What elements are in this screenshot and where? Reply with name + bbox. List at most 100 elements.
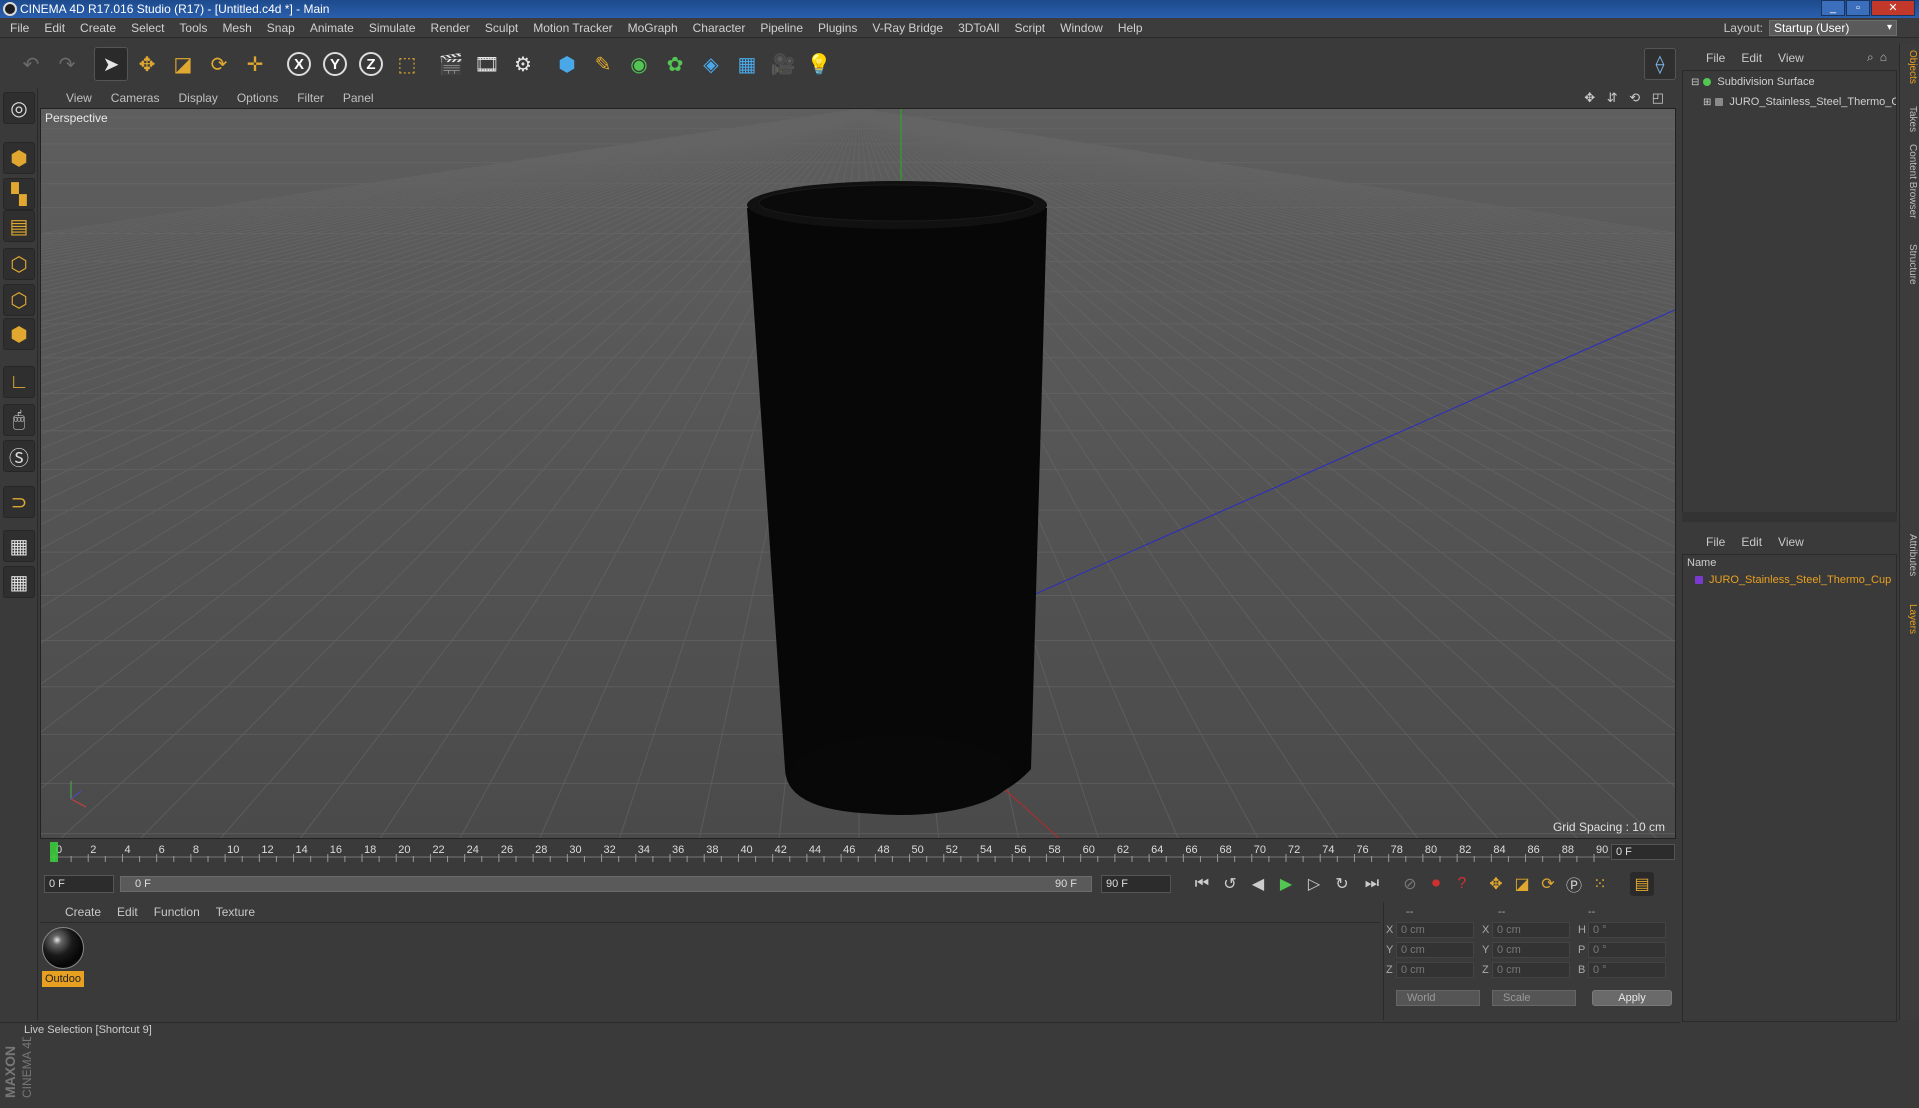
close-button[interactable]: ✕ — [1871, 0, 1915, 16]
subdivision-icon[interactable]: ◉ — [622, 47, 656, 81]
undo-icon[interactable]: ↶ — [14, 47, 48, 81]
camera-icon[interactable]: 🎥 — [766, 47, 800, 81]
material-menu-create[interactable]: Create — [65, 905, 101, 919]
render-picture-viewer-icon[interactable]: 🎞 — [470, 47, 504, 81]
redo-icon[interactable]: ↷ — [50, 47, 84, 81]
go-to-end-icon[interactable]: ⏭ — [1360, 872, 1384, 896]
menu-plugins[interactable]: Plugins — [812, 21, 866, 35]
polygons-mode-icon[interactable]: ⬢ — [3, 318, 35, 350]
rot-p-field[interactable]: 0 ° — [1588, 942, 1666, 958]
object-row-subdivision[interactable]: ⊟ Subdivision Surface — [1683, 73, 1896, 91]
current-frame-field[interactable]: 0 F — [1611, 844, 1675, 860]
deformer-icon[interactable]: ◈ — [694, 47, 728, 81]
menu-tools[interactable]: Tools — [173, 21, 216, 35]
menu-simulate[interactable]: Simulate — [363, 21, 425, 35]
tab-content-browser[interactable]: Content Browser — [1902, 144, 1918, 218]
model-mode-icon[interactable]: ⬢ — [3, 142, 35, 174]
autokey-icon[interactable]: ? — [1450, 872, 1474, 896]
magnet-icon[interactable]: ⊃ — [3, 486, 35, 518]
pos-x-field[interactable]: 0 cm — [1396, 922, 1474, 938]
layer-menu-view[interactable]: View — [1778, 535, 1804, 549]
add-object-icon[interactable]: ✛ — [238, 47, 272, 81]
edges-mode-icon[interactable]: ⬡ — [3, 284, 35, 316]
planar-workplane-icon[interactable]: ▦ — [3, 566, 35, 598]
key-scale-icon[interactable]: ◪ — [1510, 872, 1534, 896]
menu-create[interactable]: Create — [74, 21, 125, 35]
layer-menu-file[interactable]: File — [1706, 535, 1725, 549]
end-frame-field[interactable]: 90 F — [1101, 875, 1171, 893]
start-frame-field[interactable]: 0 F — [44, 875, 114, 893]
material-preview[interactable] — [42, 927, 84, 969]
menu-character[interactable]: Character — [687, 21, 755, 35]
viewport-menu-filter[interactable]: Filter — [297, 91, 324, 105]
menu-select[interactable]: Select — [125, 21, 173, 35]
record-disabled-icon[interactable]: ⊘ — [1398, 872, 1422, 896]
key-rotate-icon[interactable]: ⟳ — [1536, 872, 1560, 896]
object-menu-view[interactable]: View — [1778, 51, 1804, 65]
minimize-button[interactable]: _ — [1821, 0, 1845, 16]
tab-attributes[interactable]: Attributes — [1902, 534, 1918, 576]
cloner-icon[interactable]: ✿ — [658, 47, 692, 81]
size-mode-select[interactable]: Scale — [1492, 990, 1576, 1006]
expand-icon[interactable]: ⊞ — [1703, 97, 1711, 108]
menu-window[interactable]: Window — [1054, 21, 1112, 35]
coordinate-system-select[interactable]: World — [1396, 990, 1480, 1006]
next-keyframe-icon[interactable]: ↻ — [1330, 872, 1354, 896]
lock-workplane-icon[interactable]: ▦ — [3, 530, 35, 562]
make-editable-icon[interactable]: ◎ — [3, 92, 35, 124]
size-z-field[interactable]: 0 cm — [1492, 962, 1570, 978]
tab-objects[interactable]: Objects — [1902, 50, 1918, 84]
thermo-cup-model[interactable] — [747, 181, 1047, 815]
rot-h-field[interactable]: 0 ° — [1588, 922, 1666, 938]
material-name[interactable]: Outdoo — [42, 971, 84, 987]
size-y-field[interactable]: 0 cm — [1492, 942, 1570, 958]
menu-pipeline[interactable]: Pipeline — [754, 21, 812, 35]
menu-help[interactable]: Help — [1112, 21, 1152, 35]
pos-z-field[interactable]: 0 cm — [1396, 962, 1474, 978]
timeline-ruler[interactable]: 0 2 4 6 8 10 12 14 16 18 20 22 24 26 28 30 32 34 36 38 40 42 4… — [50, 842, 1610, 862]
key-pla-icon[interactable]: ⁙ — [1588, 872, 1612, 896]
tweak-mode-icon[interactable]: 🖱 — [3, 404, 35, 436]
pen-icon[interactable]: ✎ — [586, 47, 620, 81]
y-axis-icon[interactable]: Y — [318, 47, 352, 81]
z-axis-icon[interactable]: Z — [354, 47, 388, 81]
texture-mode-icon[interactable]: ▚ — [3, 178, 35, 210]
floor-icon[interactable]: ▦ — [730, 47, 764, 81]
object-menu-file[interactable]: File — [1706, 51, 1725, 65]
python-icon[interactable]: ⟠ — [1644, 48, 1676, 80]
pos-y-field[interactable]: 0 cm — [1396, 942, 1474, 958]
menu-motion-tracker[interactable]: Motion Tracker — [527, 21, 621, 35]
menu-file[interactable]: File — [4, 21, 38, 35]
material-menu-function[interactable]: Function — [154, 905, 200, 919]
viewport-menu-options[interactable]: Options — [237, 91, 278, 105]
layer-menu-edit[interactable]: Edit — [1741, 535, 1762, 549]
material-menu-texture[interactable]: Texture — [216, 905, 255, 919]
expand-icon[interactable]: ⊟ — [1691, 77, 1699, 88]
object-row-thermo-cup[interactable]: ⊞ JURO_Stainless_Steel_Thermo_Cup — [1683, 93, 1896, 111]
object-manager-scrollbar[interactable] — [1682, 512, 1897, 522]
scale-icon[interactable]: ◪ — [166, 47, 200, 81]
previous-frame-icon[interactable]: ◀ — [1246, 872, 1270, 896]
object-menu-edit[interactable]: Edit — [1741, 51, 1762, 65]
go-to-start-icon[interactable]: ⏮ — [1190, 872, 1214, 896]
layer-color-swatch[interactable] — [1695, 576, 1703, 585]
render-view-icon[interactable]: 🎬 — [434, 47, 468, 81]
tab-layers[interactable]: Layers — [1902, 604, 1918, 634]
tab-takes[interactable]: Takes — [1902, 106, 1918, 132]
viewport-menu-cameras[interactable]: Cameras — [111, 91, 160, 105]
apply-button[interactable]: Apply — [1592, 990, 1672, 1006]
menu-render[interactable]: Render — [425, 21, 479, 35]
move-icon[interactable]: ✥ — [130, 47, 164, 81]
viewport-menu-view[interactable]: View — [66, 91, 92, 105]
menu-mograph[interactable]: MoGraph — [622, 21, 687, 35]
menu-script[interactable]: Script — [1008, 21, 1054, 35]
menu-mesh[interactable]: Mesh — [216, 21, 260, 35]
live-selection-icon[interactable]: ➤ — [94, 47, 128, 81]
maximize-button[interactable]: ▫ — [1846, 0, 1870, 16]
menu-sculpt[interactable]: Sculpt — [479, 21, 527, 35]
world-coordinates-icon[interactable]: ⬚ — [390, 47, 424, 81]
menu-edit[interactable]: Edit — [38, 21, 74, 35]
cube-icon[interactable]: ⬢ — [550, 47, 584, 81]
points-mode-icon[interactable]: ⬡ — [3, 248, 35, 280]
size-x-field[interactable]: 0 cm — [1492, 922, 1570, 938]
